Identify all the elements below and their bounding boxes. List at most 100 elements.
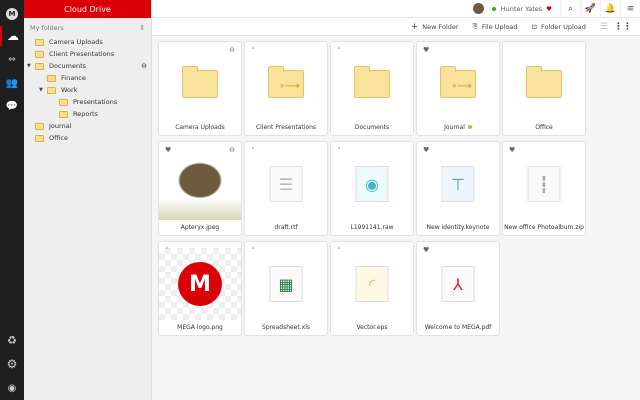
select-dot[interactable] [338,47,340,49]
file-card[interactable]: ◜ Vector.eps [330,241,414,336]
online-status-dot [491,6,496,11]
shared-folder-icon: ∘⟶ [268,66,304,98]
file-card[interactable]: Documents [330,41,414,136]
tree-node[interactable]: Journal [24,120,151,132]
grid-view-icon[interactable]: ⋮⋮ [614,22,632,32]
tree-node-label: Office [49,134,68,142]
file-name: Office [535,124,553,131]
transfers-icon[interactable]: ⇔ [0,50,24,70]
file-card[interactable]: M MEGA logo.png [158,241,242,336]
tree-node[interactable]: ▼ Documents ⊖ [24,60,151,72]
tree-node-label: Camera Uploads [49,38,103,46]
select-dot[interactable] [338,247,340,249]
mega-logo-icon[interactable]: M [0,4,24,24]
tree-node[interactable]: Finance [24,72,151,84]
user-name[interactable]: Hunter Yates [501,5,542,13]
expand-arrow-icon[interactable]: ▼ [27,63,31,69]
file-name: Documents [354,124,390,131]
file-upload-label: File Upload [481,22,518,31]
toolbar: + New Folder ⎘ File Upload ⊡ Folder Upload … [152,18,640,36]
folder-icon [35,134,44,142]
file-name: L1991141.raw [350,224,394,231]
menu-icon[interactable]: ≡ [620,0,640,18]
file-name: Spreadsheet.xls [261,324,311,331]
bell-icon[interactable]: 🔔 [600,0,620,18]
file-card[interactable]: ◉ L1991141.raw [330,141,414,236]
kiwi-image [159,148,241,220]
folder-icon [354,66,390,98]
expand-arrow-icon[interactable]: ▼ [39,87,43,93]
file-name: Camera Uploads [175,124,225,131]
favourite-icon[interactable]: ♥ [509,146,515,154]
tree-node[interactable]: Office [24,132,151,144]
rubbish-bin-icon[interactable]: ♻ [0,330,24,350]
file-name: draft.rtf [274,224,298,231]
file-card[interactable]: ┇ ♥ New office Photoalbum.zip [502,141,586,236]
file-name: MEGA logo.png [177,324,223,331]
avatar[interactable] [472,3,484,14]
folder-icon [59,98,68,106]
file-card[interactable]: Office [502,41,586,136]
list-view-icon[interactable]: ☰ [600,22,608,32]
file-card[interactable]: ⅄ ♥ Welcome to MEGA.pdf [416,241,500,336]
select-dot[interactable] [252,47,254,49]
sort-icon[interactable]: ⇕ [140,24,145,32]
select-dot[interactable] [166,247,168,249]
raw-file-icon: ◉ [355,166,389,202]
folder-icon [526,66,562,98]
folder-icon [59,110,68,118]
tree-node-label: Finance [61,74,86,82]
cloud-drive-icon[interactable]: ☁ [0,26,24,46]
link-icon[interactable]: ⊖ [229,46,235,54]
tree-node-label: Documents [49,62,87,70]
top-bar: Hunter Yates ♥ ⌕ 🚀 🔔 ≡ [152,0,640,18]
contacts-icon[interactable]: 👥 [0,73,24,93]
folder-icon [35,38,44,46]
search-icon[interactable]: ⌕ [560,0,580,18]
account-icon[interactable]: ◉ [0,378,24,398]
new-folder-label: New Folder [422,22,459,31]
file-card[interactable]: ⊖ Camera Uploads [158,41,242,136]
achievement-icon: ♥ [546,4,552,13]
file-name: Vector.eps [356,324,388,331]
folder-icon [182,66,218,98]
favourite-icon[interactable]: ♥ [423,246,429,254]
my-folders-label: My folders [30,24,64,32]
link-icon[interactable]: ⊖ [229,146,235,154]
folder-icon [35,62,44,70]
tree-node[interactable]: Client Presentations [24,48,151,60]
tree-node[interactable]: Camera Uploads [24,36,151,48]
folder-icon [47,74,56,82]
file-card[interactable]: ∘⟶ ♥ Journal [416,41,500,136]
new-folder-button[interactable]: + New Folder [411,22,459,32]
tree-node[interactable]: Presentations [24,96,151,108]
file-card[interactable]: ♥ ⊖ Apteryx.jpeg [158,141,242,236]
label-dot [467,125,472,129]
folder-upload-icon: ⊡ [531,22,537,31]
tree-node-label: Reports [73,110,98,118]
settings-icon[interactable]: ⚙ [0,354,24,374]
favourite-icon[interactable]: ♥ [423,46,429,54]
pdf-file-icon: ⅄ [441,266,475,302]
chat-icon[interactable]: 💬 [0,96,24,116]
tree-node[interactable]: Reports [24,108,151,120]
rocket-icon[interactable]: 🚀 [580,0,600,18]
select-dot[interactable] [252,247,254,249]
select-dot[interactable] [338,147,340,149]
file-name: New identity.keynote [426,224,490,231]
folder-upload-button[interactable]: ⊡ Folder Upload [532,23,586,31]
file-name: Journal [444,124,465,131]
select-dot[interactable] [252,147,254,149]
file-card[interactable]: ∘⟶ Client Presentations [244,41,328,136]
favourite-icon[interactable]: ♥ [423,146,429,154]
file-card[interactable]: ⊤ ♥ New identity.keynote [416,141,500,236]
spreadsheet-file-icon: ▦ [269,266,303,302]
vector-file-icon: ◜ [355,266,389,302]
file-upload-button[interactable]: ⎘ File Upload [473,22,518,31]
file-card[interactable]: ▦ Spreadsheet.xls [244,241,328,336]
folder-icon [47,86,56,94]
favourite-icon[interactable]: ♥ [165,146,171,154]
file-card[interactable]: ☰ draft.rtf [244,141,328,236]
tree-node[interactable]: ▼ Work [24,84,151,96]
zip-file-icon: ┇ [527,166,561,202]
